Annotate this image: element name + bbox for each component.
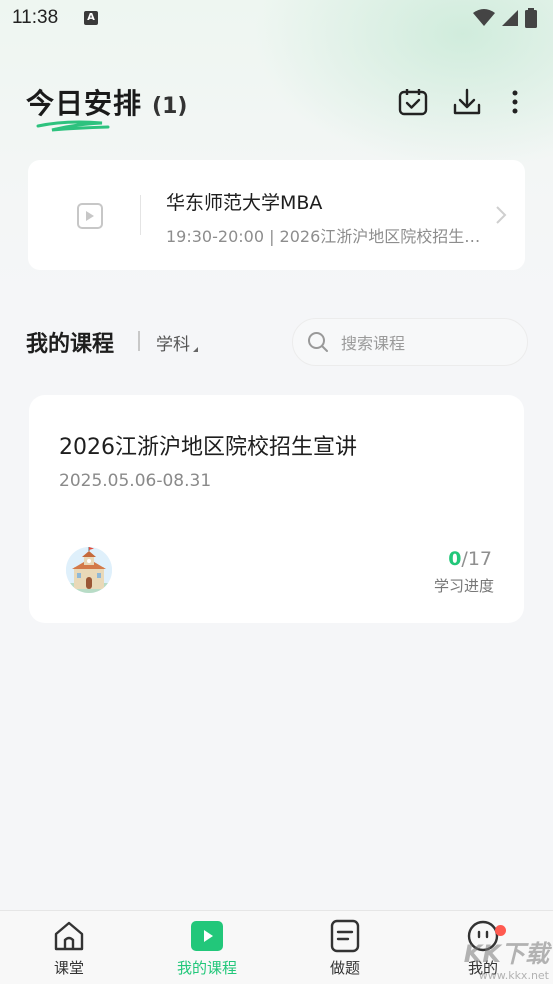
course-avatar <box>66 547 112 593</box>
section-title: 我的课程 <box>26 332 115 357</box>
schedule-count: (1) <box>152 94 188 119</box>
wifi-icon <box>473 9 495 26</box>
course-date-range: 2025.05.06-08.31 <box>59 471 212 491</box>
nav-item-my-courses[interactable]: 我的课程 <box>162 919 252 978</box>
nav-item-classroom[interactable]: 课堂 <box>24 919 114 978</box>
nav-label: 做题 <box>329 959 360 977</box>
watermark: KK下载 www.kkx.net <box>464 934 549 982</box>
course-title: 2026江浙沪地区院校招生宣讲 <box>59 435 357 460</box>
schedule-title: 华东师范大学MBA <box>166 192 323 214</box>
calendar-check-icon[interactable] <box>397 86 429 118</box>
notification-icon: A <box>84 11 98 25</box>
nav-item-practice[interactable]: 做题 <box>300 919 390 978</box>
course-card[interactable]: 2026江浙沪地区院校招生宣讲 2025.05.06-08.31 0/17 学习… <box>29 395 524 623</box>
more-vertical-icon[interactable] <box>507 86 523 118</box>
watermark-url: www.kkx.net <box>478 969 549 982</box>
divider <box>140 195 141 235</box>
search-icon <box>308 332 328 352</box>
subject-filter-label: 学科 <box>156 335 190 355</box>
progress-label: 学习进度 <box>433 577 494 595</box>
search-placeholder: 搜索课程 <box>341 334 406 353</box>
play-icon <box>77 203 103 229</box>
play-icon <box>191 921 223 951</box>
home-icon <box>54 921 84 951</box>
page-title-group: 今日安排 (1) <box>26 82 187 122</box>
status-time: 11:38 <box>12 7 59 28</box>
schedule-subtitle: 19:30-20:00 | 2026江浙沪地区院校招生宣讲 <box>166 227 481 246</box>
bottom-nav: 课堂 我的课程 做题 我的 KK下载 www.kkx.net <box>0 910 553 984</box>
nav-label: 课堂 <box>53 959 84 977</box>
chevron-right-icon <box>496 206 507 224</box>
subject-filter-dropdown[interactable]: 学科 <box>156 330 198 355</box>
nav-label: 我的课程 <box>176 959 237 977</box>
divider <box>138 331 140 351</box>
progress-done: 0 <box>448 548 462 570</box>
download-icon[interactable] <box>451 86 483 118</box>
battery-icon <box>525 8 537 28</box>
title-underline-decoration <box>36 120 110 132</box>
status-bar: 11:38 A <box>0 0 553 38</box>
schedule-card[interactable]: 华东师范大学MBA 19:30-20:00 | 2026江浙沪地区院校招生宣讲 <box>28 160 525 270</box>
status-icons <box>473 8 537 28</box>
page-title: 今日安排 <box>26 87 143 120</box>
progress-total: /17 <box>461 548 492 570</box>
watermark-text: KK下载 <box>463 940 549 968</box>
dropdown-triangle-icon <box>193 347 198 352</box>
document-icon <box>330 919 360 953</box>
signal-icon <box>502 10 518 26</box>
header-actions <box>397 86 523 118</box>
progress-value: 0/17 <box>448 548 492 570</box>
search-input[interactable]: 搜索课程 <box>292 318 528 366</box>
